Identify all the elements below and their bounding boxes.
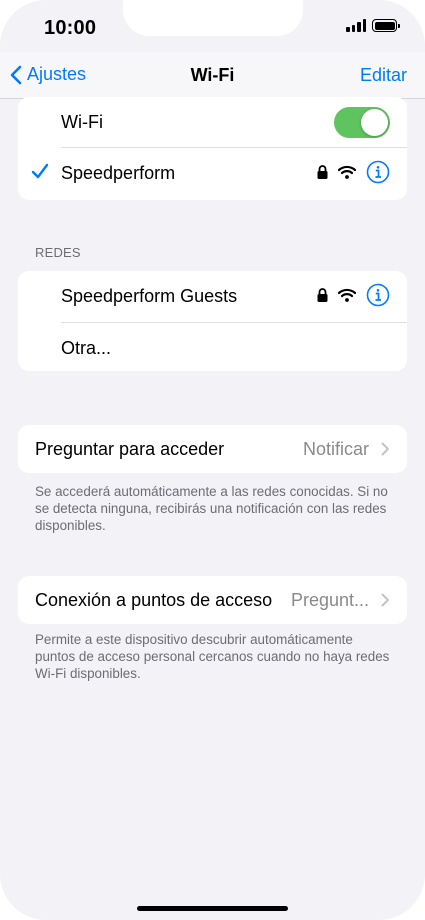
- ask-join-value: Notificar: [302, 439, 369, 459]
- notch: [123, 0, 303, 36]
- navigation-bar: Ajustes Wi-Fi Editar: [0, 52, 425, 99]
- checkmark-icon: [31, 163, 49, 179]
- wifi-label: Wi-Fi: [61, 112, 103, 132]
- edit-button[interactable]: Editar: [360, 65, 407, 86]
- hotspot-label: Conexión a puntos de acceso: [35, 590, 273, 610]
- connected-network-name: Speedperform: [61, 163, 176, 183]
- status-icons: [346, 19, 400, 32]
- ask-join-group: Preguntar para acceder Notificar: [18, 425, 407, 473]
- info-icon[interactable]: [366, 160, 390, 184]
- hotspot-footer: Permite a este dispositivo descubrir aut…: [35, 632, 390, 681]
- wifi-icon: [338, 288, 356, 302]
- hotspot-value: Pregunt...: [290, 590, 369, 610]
- lock-icon: [317, 165, 328, 179]
- ask-join-row[interactable]: Preguntar para acceder Notificar: [18, 425, 407, 473]
- networks-group: Speedperform Guests Otra...: [18, 271, 407, 371]
- info-icon[interactable]: [366, 283, 390, 307]
- networks-header: REDES: [35, 245, 81, 260]
- wifi-group: Wi-Fi Speedperform: [18, 97, 407, 200]
- hotspot-group: Conexión a puntos de acceso Pregunt...: [18, 576, 407, 624]
- connected-network-row[interactable]: Speedperform: [18, 148, 407, 200]
- network-icons: [317, 283, 390, 307]
- lock-icon: [317, 288, 328, 302]
- chevron-right-icon: [381, 593, 389, 607]
- ask-join-footer: Se accederá automáticamente a las redes …: [35, 484, 388, 533]
- battery-icon: [372, 19, 400, 32]
- wifi-icon: [338, 165, 356, 179]
- hotspot-row[interactable]: Conexión a puntos de acceso Pregunt...: [18, 576, 407, 624]
- home-indicator[interactable]: [137, 906, 288, 911]
- network-row[interactable]: Speedperform Guests: [18, 271, 407, 323]
- status-time: 10:00: [44, 17, 97, 39]
- chevron-right-icon: [381, 442, 389, 456]
- signal-icon: [346, 19, 366, 32]
- other-network-label: Otra...: [61, 338, 112, 358]
- ask-join-label: Preguntar para acceder: [35, 439, 225, 459]
- connected-network-icons: [317, 160, 390, 184]
- phone-screen: 10:00 Ajustes Wi-Fi Editar Wi-Fi Speedpe…: [0, 0, 425, 920]
- network-name: Speedperform Guests: [61, 286, 238, 306]
- wifi-toggle[interactable]: [334, 107, 390, 138]
- wifi-toggle-row: Wi-Fi: [18, 97, 407, 148]
- other-network-row[interactable]: Otra...: [18, 323, 407, 371]
